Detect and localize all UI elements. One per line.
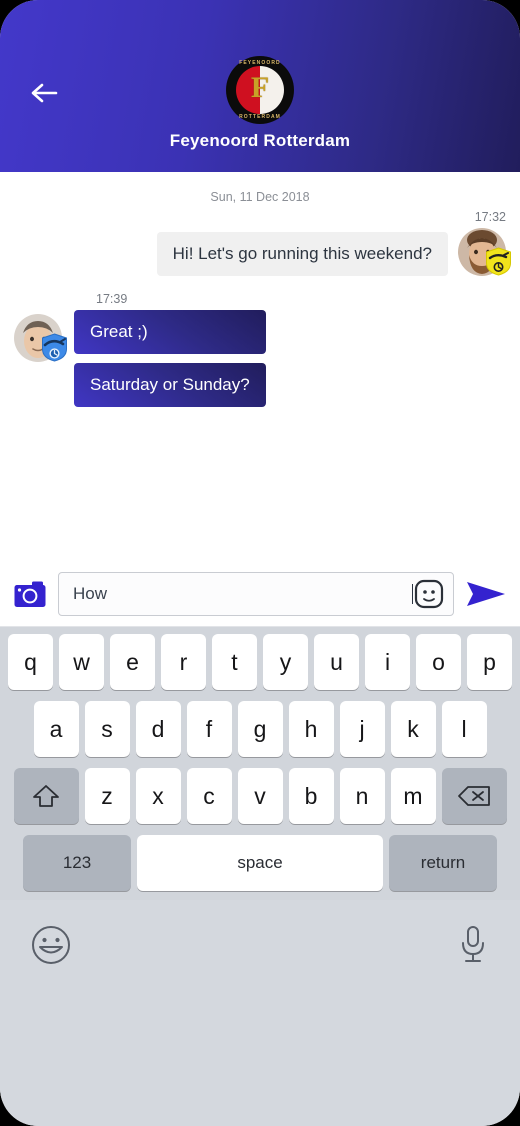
avatar-short-hair-man[interactable] bbox=[14, 314, 67, 362]
send-arrow-icon bbox=[467, 582, 505, 606]
numeric-key[interactable]: 123 bbox=[23, 835, 131, 891]
chat-header: FEYENOORD ROTTERDAM F Feyenoord Rotterda… bbox=[0, 0, 520, 172]
camera-icon bbox=[14, 581, 46, 607]
page-title: Feyenoord Rotterdam bbox=[169, 131, 351, 150]
key-v[interactable]: v bbox=[237, 768, 283, 824]
keyboard-row-4: 123 space return bbox=[3, 835, 517, 891]
shift-arrow-icon bbox=[33, 785, 59, 807]
send-button[interactable] bbox=[466, 580, 506, 608]
key-p[interactable]: p bbox=[467, 634, 512, 690]
back-arrow-icon bbox=[31, 83, 58, 103]
keyboard-row-2: a s d f g h j k l bbox=[3, 701, 517, 757]
yellow-club-shield-badge bbox=[485, 247, 512, 276]
keyboard-row-3: z x c v b n m bbox=[3, 768, 517, 824]
camera-button[interactable] bbox=[14, 581, 46, 608]
key-l[interactable]: l bbox=[441, 701, 487, 757]
shield-badge-icon bbox=[42, 333, 67, 362]
key-c[interactable]: c bbox=[186, 768, 232, 824]
back-button[interactable] bbox=[18, 68, 70, 118]
blue-club-shield-badge bbox=[41, 333, 68, 362]
key-i[interactable]: i bbox=[365, 634, 410, 690]
key-w[interactable]: w bbox=[59, 634, 104, 690]
key-y[interactable]: y bbox=[263, 634, 308, 690]
keyboard-bottom-bar bbox=[0, 900, 520, 1126]
key-t[interactable]: t bbox=[212, 634, 257, 690]
key-f[interactable]: f bbox=[186, 701, 232, 757]
microphone-icon bbox=[462, 926, 484, 962]
shield-badge-icon bbox=[486, 247, 511, 276]
space-key[interactable]: space bbox=[137, 835, 383, 891]
message-input-field[interactable]: How bbox=[58, 572, 454, 616]
key-n[interactable]: n bbox=[339, 768, 385, 824]
on-screen-keyboard: q w e r t y u i o p a s d f g h j k l z … bbox=[0, 627, 520, 900]
return-key[interactable]: return bbox=[389, 835, 497, 891]
message-row-outgoing: Hi! Let's go running this weekend? bbox=[0, 228, 520, 276]
crest-inner: F bbox=[236, 66, 284, 114]
chat-message-list: Sun, 11 Dec 2018 17:32 Hi! Let's go runn… bbox=[0, 172, 520, 562]
phone-screen: FEYENOORD ROTTERDAM F Feyenoord Rotterda… bbox=[0, 0, 520, 1126]
shift-key[interactable] bbox=[13, 768, 79, 824]
crest-monogram: F bbox=[250, 71, 270, 104]
key-e[interactable]: e bbox=[110, 634, 155, 690]
message-timestamp: 17:32 bbox=[474, 210, 506, 224]
message-bubble[interactable]: Saturday or Sunday? bbox=[74, 363, 266, 407]
emoji-button[interactable] bbox=[413, 578, 445, 610]
key-a[interactable]: a bbox=[33, 701, 79, 757]
microphone-button[interactable] bbox=[456, 924, 490, 971]
key-b[interactable]: b bbox=[288, 768, 334, 824]
backspace-key[interactable] bbox=[441, 768, 507, 824]
feyenoord-crest-icon: FEYENOORD ROTTERDAM F bbox=[227, 57, 293, 123]
emoji-keyboard-button[interactable] bbox=[30, 924, 72, 971]
key-q[interactable]: q bbox=[8, 634, 53, 690]
message-input-value: How bbox=[73, 584, 108, 603]
avatar-bearded-man[interactable] bbox=[458, 228, 511, 276]
key-o[interactable]: o bbox=[416, 634, 461, 690]
key-h[interactable]: h bbox=[288, 701, 334, 757]
backspace-icon bbox=[458, 786, 490, 806]
message-group: Great ;) Saturday or Sunday? bbox=[74, 310, 266, 407]
message-timestamp: 17:39 bbox=[96, 292, 128, 306]
keyboard-row-1: q w e r t y u i o p bbox=[3, 634, 517, 690]
key-m[interactable]: m bbox=[390, 768, 436, 824]
key-s[interactable]: s bbox=[84, 701, 130, 757]
key-u[interactable]: u bbox=[314, 634, 359, 690]
key-r[interactable]: r bbox=[161, 634, 206, 690]
message-bubble[interactable]: Great ;) bbox=[74, 310, 266, 354]
key-g[interactable]: g bbox=[237, 701, 283, 757]
emoji-face-icon bbox=[414, 579, 444, 609]
key-j[interactable]: j bbox=[339, 701, 385, 757]
date-separator: Sun, 11 Dec 2018 bbox=[210, 190, 310, 204]
smiley-face-icon bbox=[32, 926, 70, 964]
key-x[interactable]: x bbox=[135, 768, 181, 824]
key-z[interactable]: z bbox=[84, 768, 130, 824]
key-d[interactable]: d bbox=[135, 701, 181, 757]
message-bubble[interactable]: Hi! Let's go running this weekend? bbox=[156, 232, 448, 276]
message-input-bar: How bbox=[0, 562, 520, 627]
message-row-incoming: Great ;) Saturday or Sunday? bbox=[0, 310, 520, 407]
crest-bottom-text: ROTTERDAM bbox=[239, 114, 281, 120]
key-k[interactable]: k bbox=[390, 701, 436, 757]
